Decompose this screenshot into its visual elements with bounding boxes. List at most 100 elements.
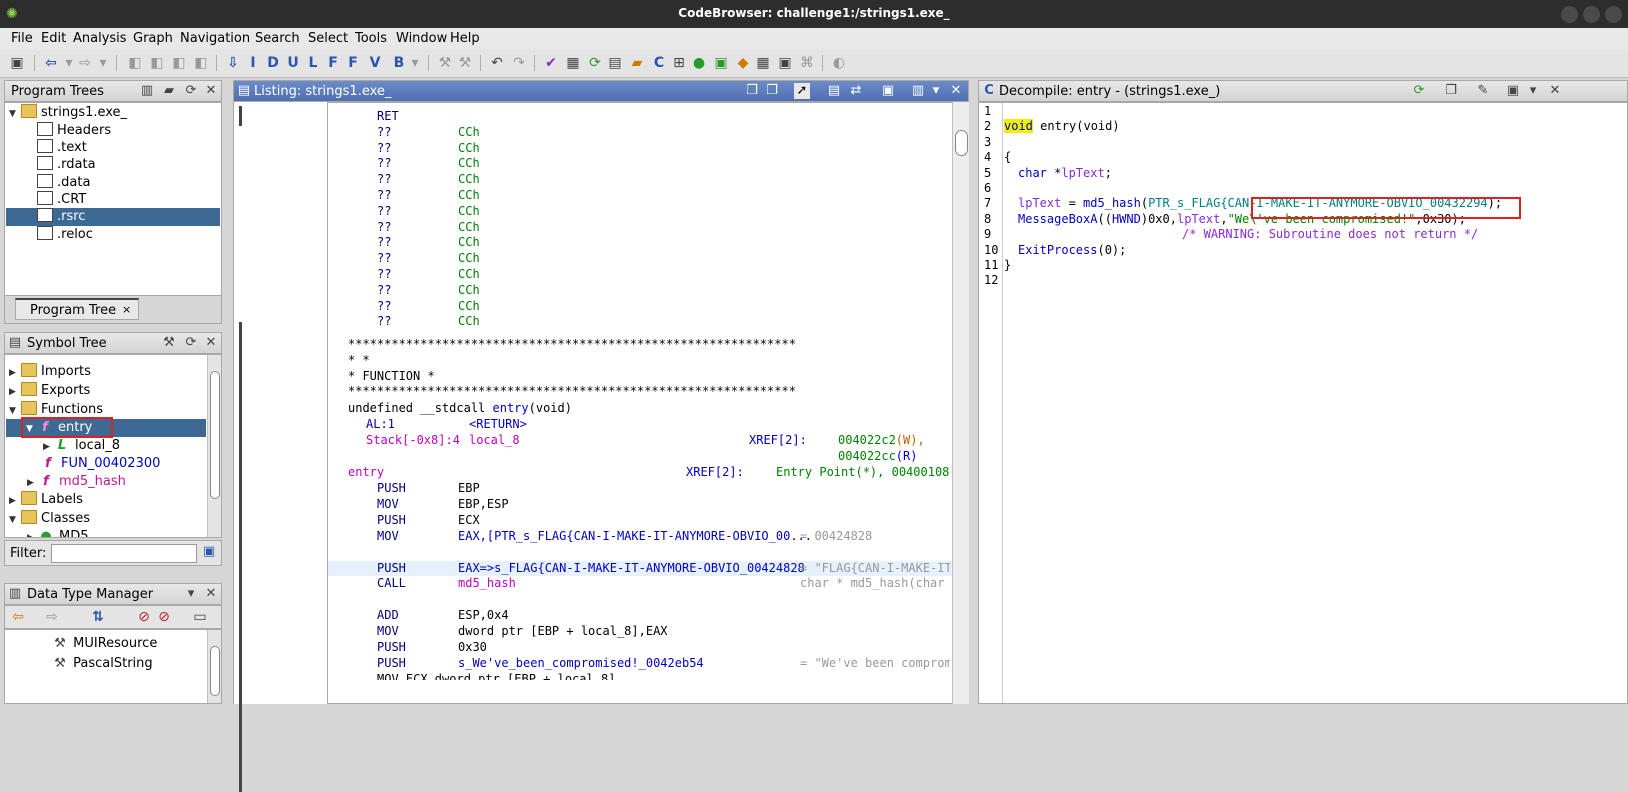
symbol-classes[interactable]: ▼ Classes — [9, 510, 90, 528]
tree-item-data[interactable]: .data — [37, 174, 90, 192]
dtm-item-pascalstring[interactable]: ⚒ PascalString — [51, 655, 153, 673]
tree-item-headers[interactable]: Headers — [37, 122, 111, 140]
symbol-labels[interactable]: ▶ Labels — [9, 491, 83, 509]
close-panel-icon[interactable]: ✕ — [1547, 83, 1563, 99]
listing-row[interactable]: ?? — [377, 314, 391, 330]
listing-row[interactable]: RET — [377, 109, 399, 125]
refresh-decompile-icon[interactable]: ⟳ — [1411, 83, 1427, 99]
listing-code-mnemonic[interactable]: PUSH — [377, 640, 406, 656]
listing-code-operand[interactable]: s_We've_been_compromised!_0042eb54 — [458, 656, 704, 672]
minimize-button[interactable] — [1561, 6, 1578, 23]
listing-code-mnemonic[interactable]: PUSH — [377, 513, 406, 529]
dtm-item-muiresource[interactable]: ⚒ MUIResource — [51, 635, 157, 653]
dtm-back-icon[interactable]: ⇦ — [9, 608, 27, 626]
listing-code-operand[interactable]: EAX,[PTR_s_FLAG{CAN-I-MAKE-IT-ANYMORE-OB… — [458, 529, 812, 545]
layout-dropdown-icon[interactable]: ▾ — [928, 83, 944, 99]
menu-tools[interactable]: Tools — [355, 31, 387, 46]
listing-code-operand[interactable]: 0x30 — [458, 640, 487, 656]
listing-code-operand[interactable]: EBP,ESP — [458, 497, 509, 513]
listing-row[interactable]: ?? — [377, 141, 391, 157]
close-panel-icon[interactable]: ✕ — [203, 335, 219, 351]
listing-row[interactable]: ?? — [377, 251, 391, 267]
listing-code-mnemonic[interactable]: CALL — [377, 576, 406, 592]
copy-icon[interactable]: ❐ — [1443, 83, 1459, 99]
dtm-nav-icon[interactable]: ⇅ — [89, 608, 107, 626]
tree-item-reloc[interactable]: .reloc — [37, 226, 93, 244]
tree-item-rdata[interactable]: .rdata — [37, 156, 96, 174]
listing-code-operand[interactable]: dword ptr [EBP + local_8],EAX — [458, 624, 668, 640]
snapshot-icon[interactable]: ▣ — [880, 83, 896, 99]
back-icon[interactable]: ⇦ — [42, 54, 60, 72]
decompile-body[interactable] — [978, 102, 1628, 704]
listing-code-mnemonic[interactable]: MOV — [377, 497, 399, 513]
open-folder-icon[interactable]: ▰ — [161, 83, 177, 99]
menu-edit[interactable]: Edit — [41, 31, 66, 46]
tools-icon[interactable]: ▣ — [776, 54, 794, 72]
xref-2[interactable]: 004022cc(R) — [838, 449, 917, 465]
xref-1[interactable]: 004022c2(W), — [838, 433, 925, 449]
menu-analysis[interactable]: Analysis — [73, 31, 127, 46]
close-panel-icon[interactable]: ✕ — [203, 586, 219, 602]
symbol-imports[interactable]: ▶ Imports — [9, 363, 91, 381]
edit-symbol-icon[interactable]: ⚒ — [161, 335, 177, 351]
listing-code-operand[interactable]: ECX — [458, 513, 480, 529]
cursor-icon[interactable]: ➚ — [794, 83, 810, 99]
layout-icon[interactable]: ▥ — [910, 83, 926, 99]
graph-icon[interactable]: ⊞ — [670, 54, 688, 72]
dtm-collapse-icon[interactable]: ▭ — [191, 608, 209, 626]
function-icon[interactable]: F — [324, 54, 342, 72]
tree-item-crt[interactable]: .CRT — [37, 191, 86, 209]
symbol-md5-hash[interactable]: ▶ f md5_hash — [27, 473, 126, 491]
listing-code-mnemonic[interactable]: MOV — [377, 624, 399, 640]
symbol-local-8[interactable]: ▶ Llocal_8 — [43, 437, 120, 455]
menu-graph[interactable]: Graph — [133, 31, 173, 46]
bookmark-dropdown-icon[interactable]: ▾ — [406, 54, 424, 72]
entry-label[interactable]: entry — [348, 465, 384, 481]
list-icon[interactable]: ▤ — [606, 54, 624, 72]
listing-scrollbar[interactable] — [952, 102, 969, 704]
diamond-icon[interactable]: ◆ — [734, 54, 752, 72]
label-icon[interactable]: L — [304, 54, 322, 72]
symbol-tree-scrollbar[interactable] — [207, 355, 221, 537]
close-window-button[interactable] — [1605, 6, 1622, 23]
close-panel-icon[interactable]: ✕ — [203, 83, 219, 99]
refresh-tree-icon[interactable]: ⟳ — [183, 83, 199, 99]
patch-alt-icon[interactable]: ⚒ — [456, 54, 474, 72]
listing-code-operand[interactable]: ESP,0x4 — [458, 608, 509, 624]
instruction-icon[interactable]: I — [244, 54, 262, 72]
function-alt-icon[interactable]: F — [344, 54, 362, 72]
nav-prev-icon[interactable]: ◧ — [126, 54, 144, 72]
memory-icon[interactable]: ▦ — [564, 54, 582, 72]
symbol-class-md5[interactable]: ▶ ● MD5 — [27, 528, 89, 537]
run-icon[interactable]: ● — [690, 54, 708, 72]
nav-icon-4[interactable]: ◧ — [192, 54, 210, 72]
new-tree-icon[interactable]: ▥ — [139, 83, 155, 99]
forward-dropdown-icon[interactable]: ▾ — [94, 54, 112, 72]
menu-search[interactable]: Search — [255, 31, 300, 46]
listing-code-mnemonic[interactable]: MOV — [377, 529, 399, 545]
tree-item-rsrc[interactable]: .rsrc — [6, 208, 220, 226]
close-tab-icon[interactable]: × — [122, 303, 131, 316]
refresh-symbol-icon[interactable]: ⟳ — [183, 335, 199, 351]
menu-window[interactable]: Window — [396, 31, 447, 46]
maximize-button[interactable] — [1583, 6, 1600, 23]
save-icon[interactable]: ▣ — [8, 54, 26, 72]
tab-program-tree[interactable]: Program Tree × — [15, 298, 139, 320]
listing-row[interactable]: ?? — [377, 156, 391, 172]
listing-code-mnemonic[interactable]: PUSH — [377, 656, 406, 672]
table-icon[interactable]: ▦ — [754, 54, 772, 72]
listing-row[interactable]: ?? — [377, 283, 391, 299]
redo-icon[interactable]: ↷ — [510, 54, 528, 72]
check-icon[interactable]: ✔ — [542, 54, 560, 72]
listing-row[interactable]: ?? — [377, 172, 391, 188]
dtm-filter2-icon[interactable]: ⊘ — [155, 608, 173, 626]
tree-root[interactable]: ▼ strings1.exe_ — [9, 104, 127, 122]
symbol-exports[interactable]: ▶ Exports — [9, 382, 90, 400]
listing-row[interactable]: ?? — [377, 125, 391, 141]
entry-xref-value[interactable]: Entry Point(*), 00400108(*) — [776, 465, 971, 481]
symbol-fun-00402300[interactable]: f FUN_00402300 — [41, 455, 160, 473]
v-icon[interactable]: V — [366, 54, 384, 72]
down-arrow-icon[interactable]: ⇩ — [224, 54, 242, 72]
listing-code-operand[interactable]: EBP — [458, 481, 480, 497]
dtm-scrollbar[interactable] — [207, 630, 221, 703]
